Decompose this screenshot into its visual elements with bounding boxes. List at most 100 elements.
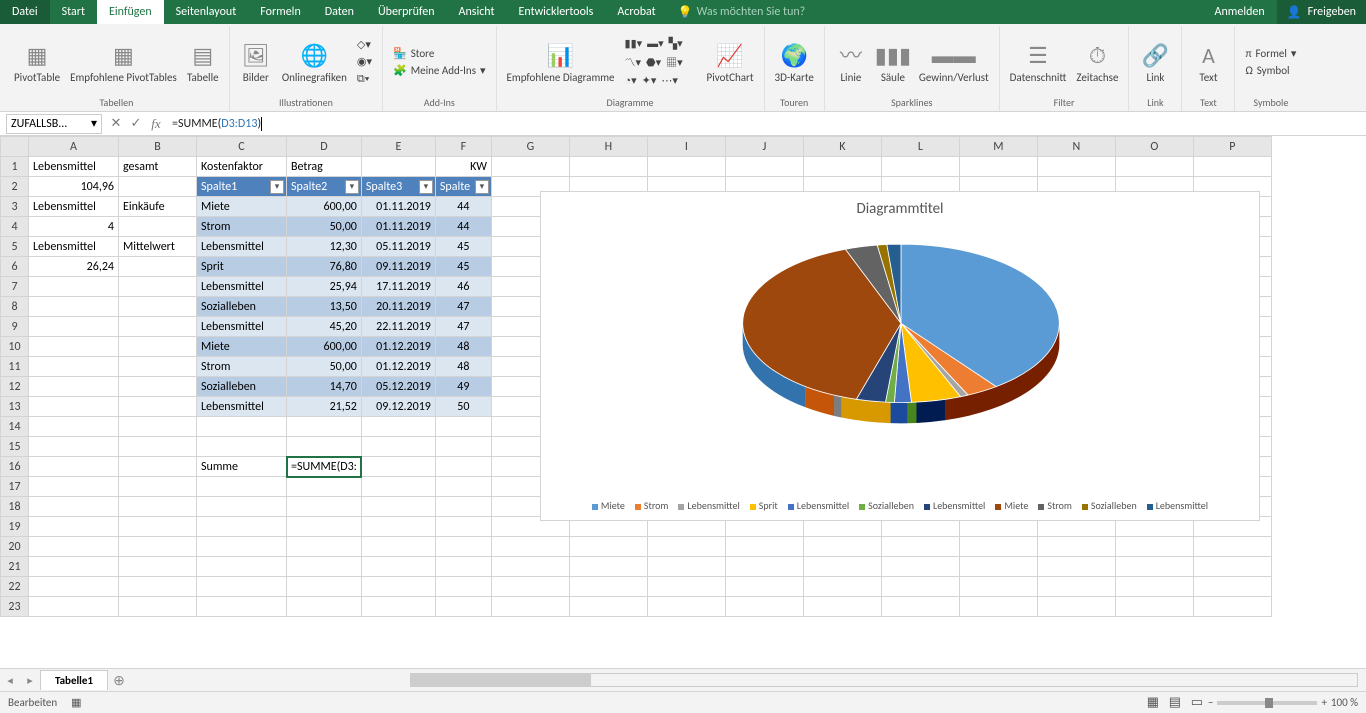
row-header-10[interactable]: 10 [1,337,29,357]
cell-C12[interactable]: Sozialleben [197,377,287,397]
cell-D9[interactable]: 45,20 [287,317,362,337]
cell-B8[interactable] [119,297,197,317]
cell-E12[interactable]: 05.12.2019 [361,377,435,397]
cell-C23[interactable] [197,597,287,617]
cell-N21[interactable] [1037,557,1115,577]
cell-H20[interactable] [569,537,647,557]
chart-object[interactable]: Diagrammtitel MieteStromLebensmittelSpri… [540,191,1260,521]
tab-datei[interactable]: Datei [0,0,50,24]
cell-I20[interactable] [647,537,725,557]
filter-dropdown-F[interactable]: ▾ [475,180,489,194]
cell-E3[interactable]: 01.11.2019 [361,197,435,217]
btn-symbol[interactable]: Ω Symbol [1241,63,1300,78]
row-header-2[interactable]: 2 [1,177,29,197]
btn-formula[interactable]: π Formel ▾ [1241,46,1300,61]
cell-H22[interactable] [569,577,647,597]
cell-B17[interactable] [119,477,197,497]
cell-F22[interactable] [435,577,491,597]
btn-rec-charts[interactable]: 📊Empfohlene Diagramme [503,38,619,87]
cell-C15[interactable] [197,437,287,457]
btn-sparkline-col[interactable]: ▮▮▮Säule [873,38,913,87]
cell-I23[interactable] [647,597,725,617]
row-header-14[interactable]: 14 [1,417,29,437]
cell-G20[interactable] [491,537,569,557]
cell-D11[interactable]: 50,00 [287,357,362,377]
cell-C7[interactable]: Lebensmittel [197,277,287,297]
cell-C3[interactable]: Miete [197,197,287,217]
cell-D4[interactable]: 50,00 [287,217,362,237]
btn-accept-formula[interactable]: ✓ [126,116,146,131]
cell-H1[interactable] [569,157,647,177]
row-header-23[interactable]: 23 [1,597,29,617]
cell-B3[interactable]: Einkäufe [119,197,197,217]
cell-B18[interactable] [119,497,197,517]
row-header-20[interactable]: 20 [1,537,29,557]
cell-G22[interactable] [491,577,569,597]
cell-F23[interactable] [435,597,491,617]
btn-cancel-formula[interactable]: ✕ [106,116,126,131]
cell-C5[interactable]: Lebensmittel [197,237,287,257]
cell-D8[interactable]: 13,50 [287,297,362,317]
tell-me[interactable]: 💡Was möchten Sie tun? [668,0,816,24]
cell-D21[interactable] [287,557,362,577]
filter-dropdown-D[interactable]: ▾ [345,180,359,194]
cell-F13[interactable]: 50 [435,397,491,417]
cell-K22[interactable] [803,577,881,597]
row-header-21[interactable]: 21 [1,557,29,577]
cell-B14[interactable] [119,417,197,437]
cell-M22[interactable] [959,577,1037,597]
cell-A12[interactable] [29,377,119,397]
cell-B16[interactable] [119,457,197,477]
cell-E1[interactable] [361,157,435,177]
cell-K23[interactable] [803,597,881,617]
cell-B7[interactable] [119,277,197,297]
cell-F6[interactable]: 45 [435,257,491,277]
btn-screenshot[interactable]: ⧉▾ [353,71,376,87]
cell-C14[interactable] [197,417,287,437]
cell-F17[interactable] [435,477,491,497]
cell-L20[interactable] [881,537,959,557]
cell-C10[interactable]: Miete [197,337,287,357]
cell-I21[interactable] [647,557,725,577]
cell-K1[interactable] [803,157,881,177]
cell-B13[interactable] [119,397,197,417]
cell-E15[interactable] [361,437,435,457]
cell-F20[interactable] [435,537,491,557]
zoom-out[interactable]: − [1208,696,1213,709]
col-header-B[interactable]: B [119,137,197,157]
cell-P20[interactable] [1193,537,1271,557]
cell-A18[interactable] [29,497,119,517]
cell-C19[interactable] [197,517,287,537]
view-normal[interactable]: ▦ [1142,695,1164,710]
cell-F5[interactable]: 45 [435,237,491,257]
tab-seitenlayout[interactable]: Seitenlayout [164,0,249,24]
cell-G1[interactable] [491,157,569,177]
cell-B15[interactable] [119,437,197,457]
col-header-I[interactable]: I [647,137,725,157]
cell-H23[interactable] [569,597,647,617]
cell-E7[interactable]: 17.11.2019 [361,277,435,297]
row-header-3[interactable]: 3 [1,197,29,217]
view-pagelayout[interactable]: ▤ [1164,695,1186,710]
cell-A14[interactable] [29,417,119,437]
cell-B22[interactable] [119,577,197,597]
formula-input[interactable]: =SUMME(D3:D13) [166,117,1366,131]
cell-J20[interactable] [725,537,803,557]
cell-D18[interactable] [287,497,362,517]
cell-J23[interactable] [725,597,803,617]
btn-chart-pie[interactable]: ◔▾ ✦▾ ⋯▾ [621,73,701,88]
btn-onlinegfx[interactable]: 🌐Onlinegrafiken [278,38,351,87]
btn-pivottable[interactable]: ▦PivotTable [10,38,64,87]
cell-G23[interactable] [491,597,569,617]
col-header-L[interactable]: L [881,137,959,157]
cell-A7[interactable] [29,277,119,297]
row-header-8[interactable]: 8 [1,297,29,317]
cell-M1[interactable] [959,157,1037,177]
tab-start[interactable]: Start [50,0,97,24]
cell-B20[interactable] [119,537,197,557]
cell-A16[interactable] [29,457,119,477]
cell-E6[interactable]: 09.11.2019 [361,257,435,277]
tab-acrobat[interactable]: Acrobat [605,0,667,24]
zoom-slider[interactable] [1217,701,1317,705]
cell-O21[interactable] [1115,557,1193,577]
